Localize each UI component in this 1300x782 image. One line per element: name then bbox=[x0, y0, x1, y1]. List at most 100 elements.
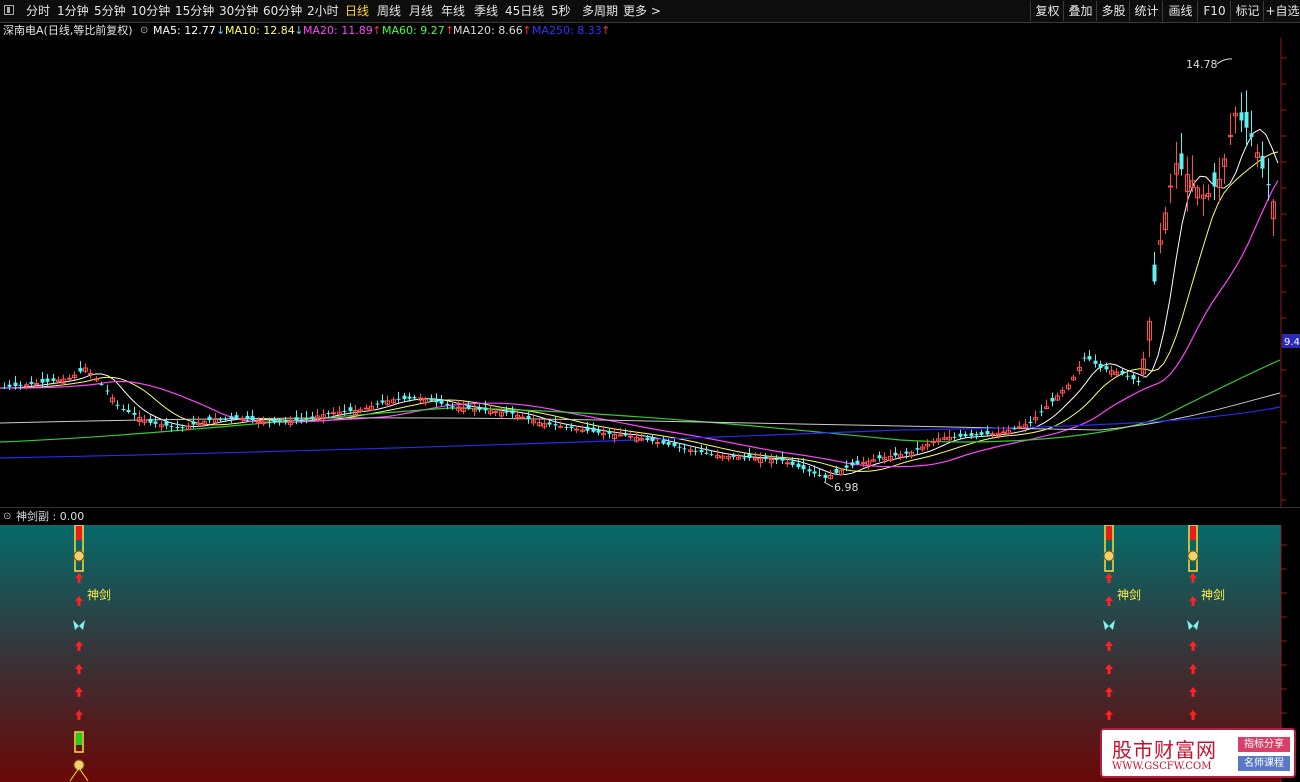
candle-body bbox=[672, 442, 677, 447]
period-tab-0[interactable]: 分时 bbox=[26, 0, 50, 22]
candle-body bbox=[547, 422, 552, 425]
candle-body bbox=[618, 434, 623, 437]
candle-body bbox=[812, 471, 817, 474]
candle-body bbox=[774, 459, 779, 461]
candle-body bbox=[682, 448, 687, 450]
window-icon[interactable] bbox=[4, 5, 14, 15]
period-tab-15[interactable]: 多周期 bbox=[582, 0, 618, 22]
candle-body bbox=[958, 433, 963, 437]
candle-body bbox=[990, 433, 995, 436]
candle-body bbox=[607, 431, 612, 434]
candlestick-chart[interactable]: 14.78 6.98 9.4 ◇ bbox=[0, 38, 1300, 508]
toolbar-button-3[interactable]: 统计 bbox=[1129, 1, 1163, 21]
ma-legend-0: MA5: 12.77 bbox=[153, 24, 216, 37]
candle-body bbox=[250, 415, 255, 421]
candle-body bbox=[952, 436, 957, 438]
candle-body bbox=[504, 411, 509, 413]
collapse-icon[interactable]: ⊙ bbox=[3, 508, 11, 525]
period-tab-6[interactable]: 60分钟 bbox=[263, 0, 302, 22]
candle-body bbox=[915, 448, 920, 450]
period-tab-7[interactable]: 2小时 bbox=[307, 0, 339, 22]
candle-body bbox=[1028, 421, 1033, 423]
candle-body bbox=[402, 395, 407, 400]
candle-body bbox=[969, 433, 974, 436]
candle-body bbox=[1212, 172, 1217, 187]
candle-body bbox=[299, 419, 304, 421]
toolbar-button-5[interactable]: F10 bbox=[1197, 1, 1231, 21]
toolbar-button-0[interactable]: 复权 bbox=[1030, 1, 1064, 21]
money-bag-icon bbox=[1187, 550, 1199, 562]
candle-body bbox=[763, 456, 768, 460]
candle-body bbox=[709, 454, 714, 456]
candle-body bbox=[666, 441, 671, 445]
candle-body bbox=[742, 457, 747, 459]
candle-body bbox=[267, 421, 272, 423]
candle-body bbox=[526, 415, 531, 419]
candle-body bbox=[380, 400, 385, 403]
period-tab-5[interactable]: 30分钟 bbox=[219, 0, 258, 22]
candle-body bbox=[585, 426, 590, 431]
candle-body bbox=[18, 384, 23, 386]
period-tab-9[interactable]: 周线 bbox=[377, 0, 401, 22]
period-tab-13[interactable]: 45日线 bbox=[505, 0, 544, 22]
candle-body bbox=[234, 415, 239, 419]
toolbar-button-2[interactable]: 多股 bbox=[1096, 1, 1130, 21]
signal-label: 神剑 bbox=[87, 587, 111, 602]
period-tab-1[interactable]: 1分钟 bbox=[57, 0, 89, 22]
watermark-tag2: 名师课程 bbox=[1238, 756, 1290, 771]
candle-body bbox=[850, 462, 855, 466]
candle-body bbox=[434, 399, 439, 403]
period-tab-14[interactable]: 5秒 bbox=[551, 0, 571, 22]
diamond-icon[interactable]: ◇ bbox=[1252, 38, 1261, 39]
candle-body bbox=[823, 474, 828, 478]
period-tab-11[interactable]: 年线 bbox=[441, 0, 465, 22]
candle-body bbox=[1249, 133, 1254, 138]
candle-body bbox=[979, 432, 984, 435]
candle-body bbox=[807, 469, 812, 472]
toolbar-button-4[interactable]: 画线 bbox=[1162, 1, 1198, 21]
period-tab-10[interactable]: 月线 bbox=[409, 0, 433, 22]
signal-fill-bottom bbox=[76, 733, 82, 745]
price-tag: 9.4 bbox=[1284, 337, 1300, 348]
candle-body bbox=[218, 419, 223, 421]
collapse-icon[interactable]: ⊙ bbox=[140, 23, 148, 39]
candle-body bbox=[834, 468, 839, 473]
period-tab-8[interactable]: 日线 bbox=[345, 0, 369, 22]
period-tab-3[interactable]: 10分钟 bbox=[131, 0, 170, 22]
candle-body bbox=[1082, 357, 1087, 359]
toolbar-button-7[interactable]: +自选 bbox=[1263, 1, 1300, 21]
candle-body bbox=[655, 441, 660, 444]
toolbar-button-1[interactable]: 叠加 bbox=[1063, 1, 1097, 21]
toolbar-button-6[interactable]: 标记 bbox=[1230, 1, 1264, 21]
candle-body bbox=[1136, 380, 1141, 382]
candle-body bbox=[45, 378, 50, 382]
period-tab-2[interactable]: 5分钟 bbox=[94, 0, 126, 22]
money-bag-icon bbox=[73, 550, 85, 562]
ma-legend-3: MA60: 9.27 bbox=[382, 24, 445, 37]
candle-body bbox=[510, 410, 515, 414]
candle-body bbox=[904, 451, 909, 454]
right-axis bbox=[1280, 38, 1287, 508]
signal-label: 神剑 bbox=[1201, 587, 1225, 602]
candle-body bbox=[272, 419, 277, 423]
money-bag-icon bbox=[1103, 550, 1115, 562]
candle-body bbox=[1152, 264, 1157, 282]
period-tab-16[interactable]: 更多 > bbox=[623, 0, 661, 22]
candle-body bbox=[331, 412, 336, 415]
period-tab-12[interactable]: 季线 bbox=[474, 0, 498, 22]
candle-body bbox=[477, 408, 482, 410]
candle-body bbox=[207, 416, 212, 421]
candle-body bbox=[747, 453, 752, 458]
candle-body bbox=[364, 407, 369, 410]
candle-body bbox=[153, 421, 158, 424]
candle-body bbox=[1050, 398, 1055, 402]
period-tab-4[interactable]: 15分钟 bbox=[175, 0, 214, 22]
watermark-name: 股市财富网 bbox=[1112, 738, 1217, 762]
candle-body bbox=[574, 428, 579, 431]
candle-body bbox=[963, 434, 968, 437]
indicator-background bbox=[0, 525, 1281, 782]
indicator-legend: ⊙ 神剑副 : 0.00 bbox=[0, 507, 1300, 525]
candle-body bbox=[558, 425, 563, 428]
candle-body bbox=[1001, 431, 1006, 434]
candle-body bbox=[1098, 363, 1103, 369]
